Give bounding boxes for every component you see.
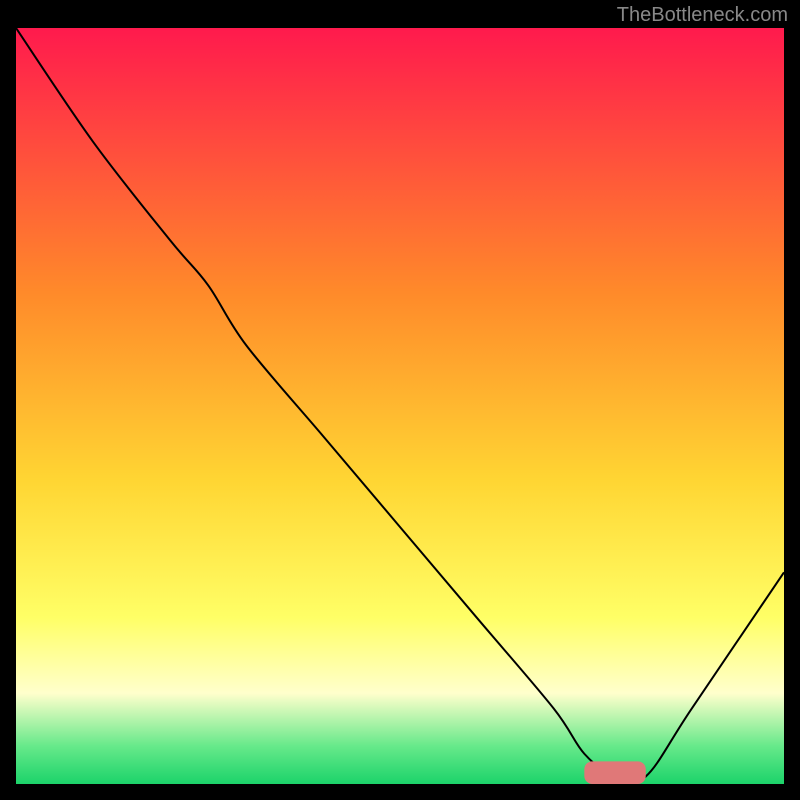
plot-frame	[16, 28, 784, 784]
bottleneck-chart	[16, 28, 784, 784]
gradient-background	[16, 28, 784, 784]
optimal-range-marker	[584, 761, 645, 784]
watermark-text: TheBottleneck.com	[617, 4, 788, 27]
